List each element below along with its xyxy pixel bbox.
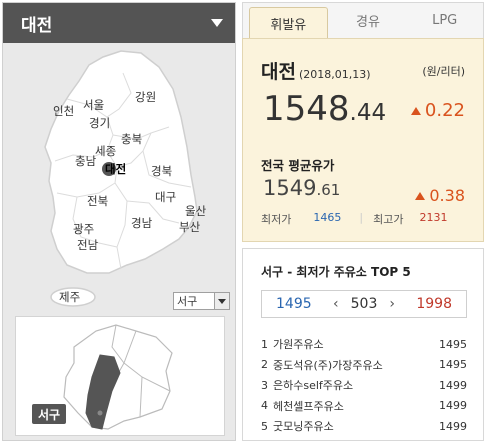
- top5-title: 서구 - 최저가 주유소 TOP 5: [261, 265, 411, 279]
- national-change-value: 0.38: [429, 186, 465, 205]
- map-label-gyeonggi[interactable]: 경기: [89, 116, 110, 130]
- local-price-decimal: .44: [349, 100, 387, 126]
- list-item[interactable]: 3 은하수self주유소 1499: [261, 375, 467, 396]
- min-max-row: 최저가 1465 | 최고가 2131: [261, 211, 467, 227]
- city-row: 대전 (2018,01,13): [261, 57, 371, 84]
- tab-gasoline[interactable]: 휘발유: [249, 7, 328, 38]
- city-name: 대전: [261, 61, 296, 83]
- range-high: 1998: [416, 296, 452, 312]
- chevron-down-icon[interactable]: [214, 293, 229, 309]
- station-rank: 5: [261, 419, 268, 433]
- price-panel: 휘발유 경유 LPG 대전 (2018,01,13) (원/리터) 1548 .…: [242, 2, 484, 441]
- max-value: 2131: [419, 211, 448, 224]
- station-name[interactable]: 헤천셀프주유소: [273, 398, 439, 414]
- region-panel: 대전 서울 인천 경기 강원 충북 세종 충남 대전 경북 전북 대구 울산 광…: [2, 2, 236, 441]
- map-label-daejeon[interactable]: 대전: [105, 162, 126, 176]
- up-triangle-icon: [415, 191, 426, 200]
- price-range-bar: 1495 ‹ 503 › 1998: [261, 290, 467, 318]
- national-price-decimal: .61: [316, 181, 341, 199]
- district-badge: 서구: [32, 404, 67, 424]
- local-price-integer: 1548: [263, 89, 350, 129]
- local-change: 0.22: [410, 100, 465, 121]
- local-change-value: 0.22: [424, 100, 465, 121]
- range-pager: ‹ 503 ›: [333, 296, 395, 312]
- map-label-busan[interactable]: 부산: [179, 220, 201, 234]
- price-date: (2018,01,13): [298, 68, 371, 81]
- tab-lpg[interactable]: LPG: [406, 3, 483, 38]
- price-summary: 대전 (2018,01,13) (원/리터) 1548 .44 0.22 전국 …: [242, 38, 484, 242]
- map-label-chungnam[interactable]: 충남: [75, 154, 97, 168]
- national-change: 0.38: [415, 186, 465, 205]
- map-label-jeju[interactable]: 제주: [59, 290, 80, 304]
- top5-panel: 서구 - 최저가 주유소 TOP 5 1495 ‹ 503 › 1998 1 가원…: [242, 248, 484, 441]
- map-label-chungbuk[interactable]: 충북: [121, 132, 142, 146]
- national-title: 전국 평균유가: [261, 158, 335, 173]
- station-list: 1 가원주유소 1495 2 중도석유(주)가장주유소 1495 3 은하수self주유소…: [261, 334, 467, 437]
- map-label-daegu[interactable]: 대구: [155, 190, 176, 204]
- chevron-left-icon[interactable]: ‹: [333, 296, 339, 312]
- station-name[interactable]: 은하수self주유소: [273, 377, 439, 393]
- map-label-gangwon[interactable]: 강원: [135, 90, 156, 104]
- station-price: 1495: [439, 358, 467, 372]
- min-label: 최저가: [261, 213, 292, 226]
- max-label: 최고가: [373, 213, 404, 226]
- range-mid: 503: [350, 296, 378, 312]
- station-rank: 1: [261, 337, 268, 351]
- map-label-ulsan[interactable]: 울산: [185, 204, 207, 218]
- up-triangle-icon: [410, 106, 421, 115]
- station-price: 1495: [439, 337, 467, 351]
- region-title: 대전: [21, 15, 53, 36]
- station-price: 1499: [439, 378, 467, 392]
- station-rank: 2: [261, 358, 268, 372]
- district-select[interactable]: 서구: [173, 292, 230, 310]
- list-item[interactable]: 1 가원주유소 1495: [261, 334, 467, 355]
- map-label-jeonbuk[interactable]: 전북: [87, 194, 108, 208]
- local-price: 1548 .44: [263, 89, 386, 129]
- divider: |: [359, 211, 364, 224]
- station-name[interactable]: 굿모닝주유소: [273, 418, 439, 434]
- min-value: 1465: [313, 211, 342, 224]
- map-label-jeonnam[interactable]: 전남: [77, 238, 99, 252]
- district-map: 서구: [15, 316, 225, 436]
- station-name[interactable]: 가원주유소: [273, 336, 439, 352]
- map-label-gyeongnam[interactable]: 경남: [131, 216, 153, 230]
- list-item[interactable]: 2 중도석유(주)가장주유소 1495: [261, 355, 467, 376]
- national-price-integer: 1549: [263, 176, 317, 200]
- national-price: 1549 .61: [263, 176, 340, 200]
- chevron-down-icon: [211, 19, 223, 27]
- district-select-value: 서구: [177, 295, 198, 308]
- region-dropdown[interactable]: 대전: [3, 3, 235, 43]
- station-price: 1499: [439, 399, 467, 413]
- unit-label: (원/리터): [422, 65, 465, 78]
- station-name[interactable]: 중도석유(주)가장주유소: [273, 357, 439, 373]
- station-rank: 3: [261, 378, 268, 392]
- station-price: 1499: [439, 419, 467, 433]
- station-rank: 4: [261, 399, 268, 413]
- map-label-sejong[interactable]: 세종: [95, 144, 116, 158]
- map-label-seoul[interactable]: 서울: [83, 98, 104, 112]
- list-item[interactable]: 4 헤천셀프주유소 1499: [261, 396, 467, 417]
- map-label-incheon[interactable]: 인천: [53, 104, 74, 118]
- range-low: 1495: [276, 296, 312, 312]
- district-seogu-marker: [97, 410, 103, 416]
- map-label-gyeongbuk[interactable]: 경북: [151, 164, 172, 178]
- korea-map[interactable]: 서울 인천 경기 강원 충북 세종 충남 대전 경북 전북 대구 울산 광주 경…: [3, 43, 235, 313]
- tab-diesel[interactable]: 경유: [330, 3, 407, 38]
- map-label-gwangju[interactable]: 광주: [73, 222, 94, 236]
- fuel-tabs: 휘발유 경유 LPG: [242, 2, 484, 38]
- list-item[interactable]: 5 굿모닝주유소 1499: [261, 416, 467, 437]
- chevron-right-icon[interactable]: ›: [389, 296, 395, 312]
